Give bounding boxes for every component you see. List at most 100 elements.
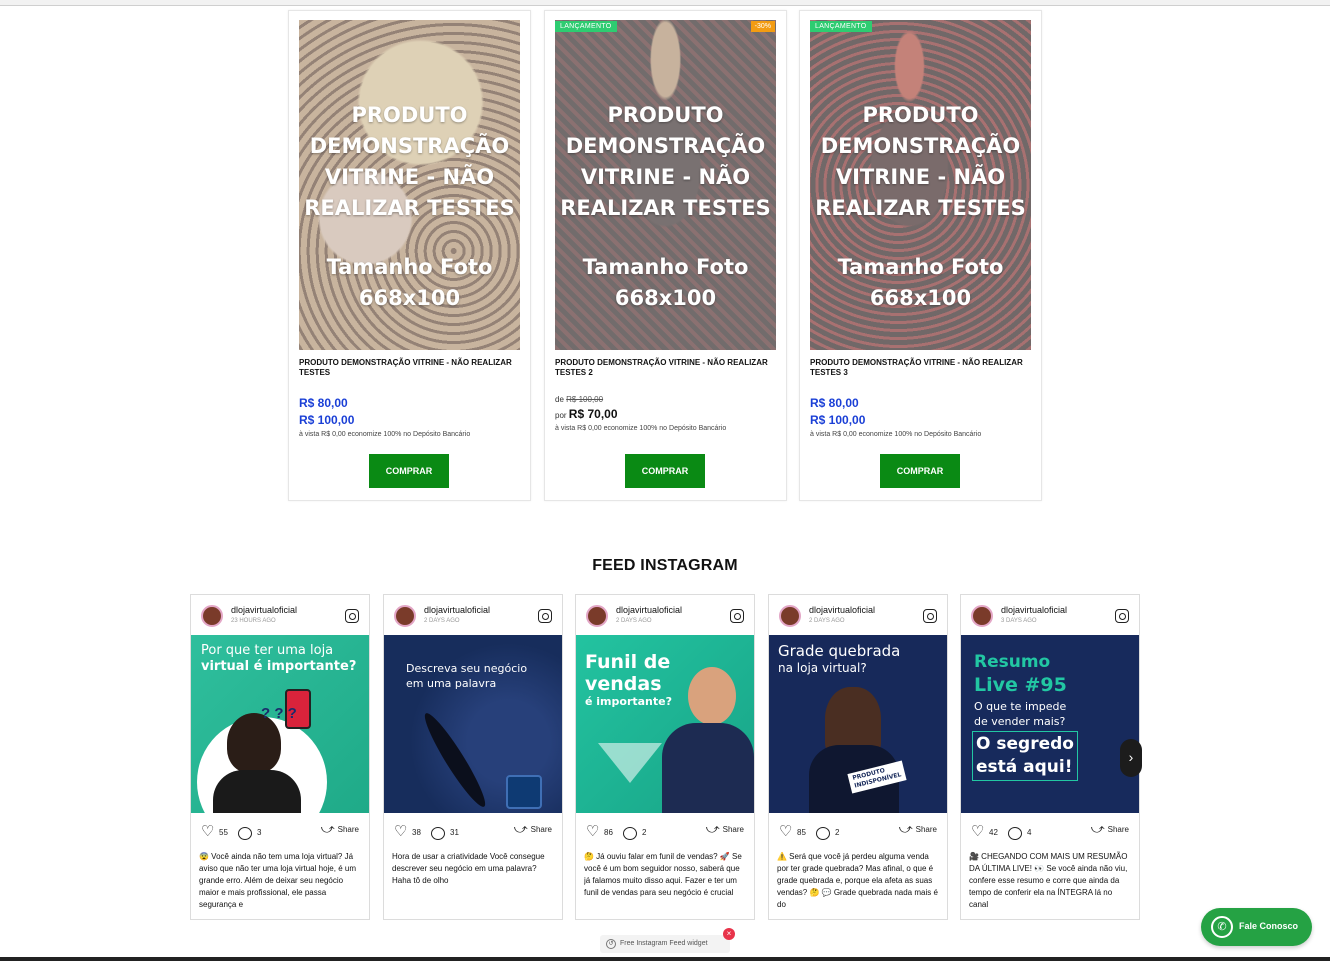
post-media[interactable]: Funil de vendas é importante? (576, 635, 754, 813)
post-actions: ♡ 38 31 ⤻ Share (384, 821, 562, 843)
post-time: 3 DAYS AGO (1001, 618, 1037, 624)
share-button[interactable]: ⤻ Share (514, 821, 552, 837)
post-media[interactable]: Grade quebrada na loja virtual? PRODUTO … (769, 635, 947, 813)
share-button[interactable]: ⤻ Share (321, 821, 359, 837)
share-icon: ⤻ (513, 821, 528, 836)
whatsapp-button[interactable]: ✆ Fale Conosco (1201, 908, 1312, 946)
media-funnel (598, 743, 662, 783)
post-caption: 🎥 CHEGANDO COM MAIS UM RESUMÃO DA ÚLTIMA… (969, 852, 1128, 909)
buy-button[interactable]: COMPRAR (625, 454, 705, 488)
instagram-icon[interactable] (1115, 609, 1129, 623)
comment-icon[interactable] (623, 827, 637, 840)
share-icon: ⤻ (1090, 821, 1105, 836)
new-price: R$ 70,00 (568, 407, 618, 421)
post-time: 2 DAYS AGO (616, 618, 652, 624)
old-price: R$ 100,00 (566, 395, 604, 404)
instagram-icon[interactable] (538, 609, 552, 623)
instagram-icon[interactable] (345, 609, 359, 623)
media-person-figure (227, 713, 281, 773)
product-card-2[interactable]: PRODUTO DEMONSTRAÇÃO VITRINE - NÃO REALI… (544, 10, 787, 501)
post-media[interactable]: Descreva seu negócio em uma palavra (384, 635, 562, 813)
post-actions: ♡ 85 2 ⤻ Share (769, 821, 947, 843)
avatar[interactable] (971, 605, 993, 627)
payment-note: à vista R$ 0,00 economize 100% no Depósi… (555, 425, 727, 432)
instagram-icon[interactable] (730, 609, 744, 623)
instagram-icon[interactable] (923, 609, 937, 623)
like-count: 85 (797, 828, 806, 837)
post-time: 2 DAYS AGO (424, 618, 460, 624)
media-headline: Funil de vendas é importante? (585, 651, 672, 708)
post-media[interactable]: Resumo Live #95 O que te impede de vende… (961, 635, 1139, 813)
comment-count: 3 (257, 828, 262, 837)
heart-icon[interactable]: ♡ (779, 824, 792, 839)
history-icon: ↺ (606, 939, 616, 949)
post-caption: Hora de usar a criatividade Você consegu… (392, 852, 545, 885)
instagram-post-4[interactable]: dlojavirtualoficial 2 DAYS AGO Grade que… (768, 594, 948, 920)
post-username[interactable]: dlojavirtualoficial (424, 605, 490, 615)
overlay-text: PRODUTO DEMONSTRAÇÃO VITRINE - NÃO REALI… (815, 103, 1026, 220)
comment-icon[interactable] (1008, 827, 1022, 840)
media-headline: Descreva seu negócio em uma palavra (406, 662, 528, 690)
media-headline: Resumo Live #95 (974, 652, 1067, 696)
browser-top-edge (0, 0, 1330, 6)
product-title[interactable]: PRODUTO DEMONSTRAÇÃO VITRINE - NÃO REALI… (555, 358, 777, 378)
new-price-line: por R$ 70,00 (555, 407, 618, 421)
instagram-post-1[interactable]: dlojavirtualoficial 23 HOURS AGO Por que… (190, 594, 370, 920)
like-count: 55 (219, 828, 228, 837)
product-image[interactable]: PRODUTO DEMONSTRAÇÃO VITRINE - NÃO REALI… (555, 20, 776, 350)
avatar[interactable] (394, 605, 416, 627)
share-icon: ⤻ (898, 821, 913, 836)
avatar[interactable] (779, 605, 801, 627)
media-person-head (688, 667, 736, 725)
product-card-3[interactable]: PRODUTO DEMONSTRAÇÃO VITRINE - NÃO REALI… (799, 10, 1042, 501)
overlay-text: PRODUTO DEMONSTRAÇÃO VITRINE - NÃO REALI… (560, 103, 771, 220)
buy-button[interactable]: COMPRAR (369, 454, 449, 488)
share-icon: ⤻ (705, 821, 720, 836)
post-username[interactable]: dlojavirtualoficial (231, 605, 297, 615)
media-highlight: O segredo está aqui! (972, 731, 1078, 781)
product-image[interactable]: PRODUTO DEMONSTRAÇÃO VITRINE - NÃO REALI… (810, 20, 1031, 350)
bottom-edge (0, 957, 1330, 961)
comment-icon[interactable] (238, 827, 252, 840)
like-count: 42 (989, 828, 998, 837)
avatar[interactable] (201, 605, 223, 627)
media-feather (418, 708, 492, 812)
close-icon[interactable]: × (723, 928, 735, 940)
share-button[interactable]: ⤻ Share (706, 821, 744, 837)
like-count: 86 (604, 828, 613, 837)
buy-button[interactable]: COMPRAR (880, 454, 960, 488)
product-image[interactable]: PRODUTO DEMONSTRAÇÃO VITRINE - NÃO REALI… (299, 20, 520, 350)
heart-icon[interactable]: ♡ (394, 824, 407, 839)
comment-icon[interactable] (816, 827, 830, 840)
post-time: 23 HOURS AGO (231, 618, 276, 624)
chevron-right-icon: › (1128, 749, 1134, 765)
post-media[interactable]: Por que ter uma loja virtual é important… (191, 635, 369, 813)
product-price: R$ 80,00 (810, 396, 859, 410)
post-username[interactable]: dlojavirtualoficial (616, 605, 682, 615)
media-ink-bottle (506, 775, 542, 809)
share-button[interactable]: ⤻ Share (1091, 821, 1129, 837)
product-price-secondary: R$ 100,00 (299, 413, 355, 427)
post-actions: ♡ 55 3 ⤻ Share (191, 821, 369, 843)
heart-icon[interactable]: ♡ (201, 824, 214, 839)
post-username[interactable]: dlojavirtualoficial (809, 605, 875, 615)
share-button[interactable]: ⤻ Share (899, 821, 937, 837)
overlay-text: PRODUTO DEMONSTRAÇÃO VITRINE - NÃO REALI… (304, 103, 515, 220)
carousel-next-button[interactable]: › (1120, 739, 1142, 777)
avatar[interactable] (586, 605, 608, 627)
instagram-widget-credit[interactable]: ↺ Free Instagram Feed widget × (600, 928, 735, 953)
instagram-post-3[interactable]: dlojavirtualoficial 2 DAYS AGO Funil de … (575, 594, 755, 920)
product-card-1[interactable]: PRODUTO DEMONSTRAÇÃO VITRINE - NÃO REALI… (288, 10, 531, 501)
instagram-post-2[interactable]: dlojavirtualoficial 2 DAYS AGO Descreva … (383, 594, 563, 920)
badge-discount: -30% (750, 21, 775, 32)
product-title[interactable]: PRODUTO DEMONSTRAÇÃO VITRINE - NÃO REALI… (299, 358, 521, 378)
overlay-size-text: Tamanho Foto 668x100 (837, 255, 1004, 310)
heart-icon[interactable]: ♡ (586, 824, 599, 839)
product-title[interactable]: PRODUTO DEMONSTRAÇÃO VITRINE - NÃO REALI… (810, 358, 1032, 378)
heart-icon[interactable]: ♡ (971, 824, 984, 839)
comment-icon[interactable] (431, 827, 445, 840)
badge-lancamento: LANÇAMENTO (810, 21, 872, 32)
instagram-post-5[interactable]: dlojavirtualoficial 3 DAYS AGO Resumo Li… (960, 594, 1140, 920)
post-username[interactable]: dlojavirtualoficial (1001, 605, 1067, 615)
comment-count: 4 (1027, 828, 1032, 837)
